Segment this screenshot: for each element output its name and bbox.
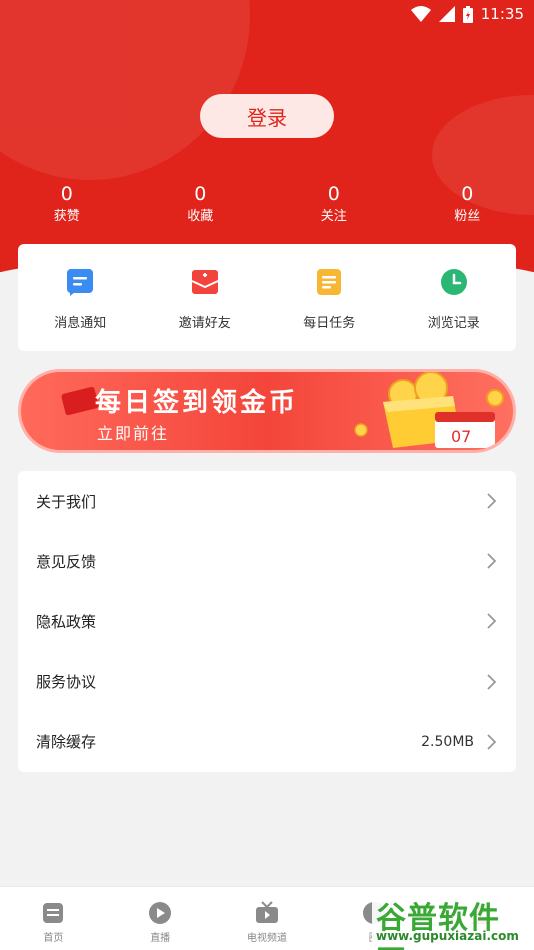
action-label: 消息通知 — [54, 316, 107, 331]
chevron-right-icon — [487, 553, 497, 569]
cache-size: 2.50MB — [421, 733, 474, 750]
clock-icon — [440, 269, 467, 295]
action-label: 邀请好友 — [178, 316, 231, 331]
menu-item-label: 意见反馈 — [36, 552, 97, 571]
nav-label: 首页 — [43, 933, 64, 944]
watermark-url: www.gupuxiazai.com — [376, 929, 519, 943]
action-invite[interactable]: 邀请好友 — [143, 244, 268, 351]
red-envelope-icon — [60, 386, 100, 416]
menu-item-feedback[interactable]: 意见反馈 — [18, 531, 516, 591]
action-daily-task[interactable]: 每日任务 — [267, 244, 392, 351]
stat-value: 0 — [461, 183, 474, 205]
stat-label: 关注 — [320, 209, 347, 224]
daily-checkin-banner[interactable]: 每日签到领金币 立即前往 07 — [18, 369, 516, 453]
banner-subtitle: 立即前往 — [97, 424, 170, 443]
task-list-icon — [317, 269, 342, 295]
profile-header: 11:35 登录 0 获赞 0 收藏 0 关注 0 粉丝 — [0, 0, 534, 272]
nav-live[interactable]: 直播 — [107, 887, 214, 950]
stat-value: 0 — [60, 183, 73, 205]
gift-box-icon: 07 — [354, 372, 504, 448]
status-time: 11:35 — [480, 5, 524, 23]
action-label: 每日任务 — [303, 316, 356, 331]
settings-menu: 关于我们 意见反馈 隐私政策 服务协议 清除缓存 2.50MB — [18, 471, 516, 772]
tv-icon — [255, 901, 278, 923]
stat-label: 粉丝 — [454, 209, 481, 224]
action-label: 浏览记录 — [427, 316, 480, 331]
menu-item-clear-cache[interactable]: 清除缓存 2.50MB — [18, 712, 516, 772]
chevron-right-icon — [487, 674, 497, 690]
stat-label: 收藏 — [187, 209, 214, 224]
signal-icon — [438, 6, 455, 22]
chevron-right-icon — [487, 493, 497, 509]
stat-likes[interactable]: 0 获赞 — [0, 182, 134, 227]
menu-item-label: 关于我们 — [36, 492, 97, 511]
chevron-right-icon — [487, 734, 497, 750]
stat-favorites[interactable]: 0 收藏 — [134, 182, 268, 227]
action-notifications[interactable]: 消息通知 — [18, 244, 143, 351]
nav-label: 电视频道 — [246, 933, 287, 944]
login-button[interactable]: 登录 — [200, 94, 334, 138]
stats-row: 0 获赞 0 收藏 0 关注 0 粉丝 — [0, 182, 534, 227]
nav-tv-channel[interactable]: 电视频道 — [214, 887, 321, 950]
battery-icon — [462, 5, 473, 23]
calendar-day: 07 — [451, 427, 471, 446]
nav-label: 直播 — [150, 933, 171, 944]
quick-actions-card: 消息通知 邀请好友 每日任务 浏览记录 — [18, 244, 516, 351]
stat-value: 0 — [194, 183, 207, 205]
invite-envelope-icon — [191, 270, 219, 294]
nav-home[interactable]: 首页 — [0, 887, 107, 950]
message-icon — [67, 269, 94, 296]
menu-item-label: 清除缓存 — [36, 733, 97, 752]
banner-title: 每日签到领金币 — [95, 388, 299, 418]
stat-fans[interactable]: 0 粉丝 — [401, 182, 534, 227]
menu-item-privacy[interactable]: 隐私政策 — [18, 591, 516, 651]
stat-following[interactable]: 0 关注 — [267, 182, 401, 227]
home-icon — [43, 903, 64, 923]
status-bar: 11:35 — [410, 4, 524, 24]
header-decor-circle — [0, 0, 250, 180]
menu-item-terms[interactable]: 服务协议 — [18, 652, 516, 712]
calendar-icon: 07 — [435, 412, 495, 448]
wifi-icon — [410, 6, 431, 22]
menu-item-about[interactable]: 关于我们 — [18, 471, 516, 531]
action-history[interactable]: 浏览记录 — [392, 244, 517, 351]
menu-item-label: 服务协议 — [36, 673, 97, 692]
menu-item-label: 隐私政策 — [36, 612, 97, 631]
play-icon — [149, 902, 172, 924]
stat-label: 获赞 — [53, 209, 80, 224]
watermark-logo: 谷普软件园 www.gupuxiazai.com — [372, 893, 530, 950]
stat-value: 0 — [327, 183, 340, 205]
chevron-right-icon — [487, 613, 497, 630]
